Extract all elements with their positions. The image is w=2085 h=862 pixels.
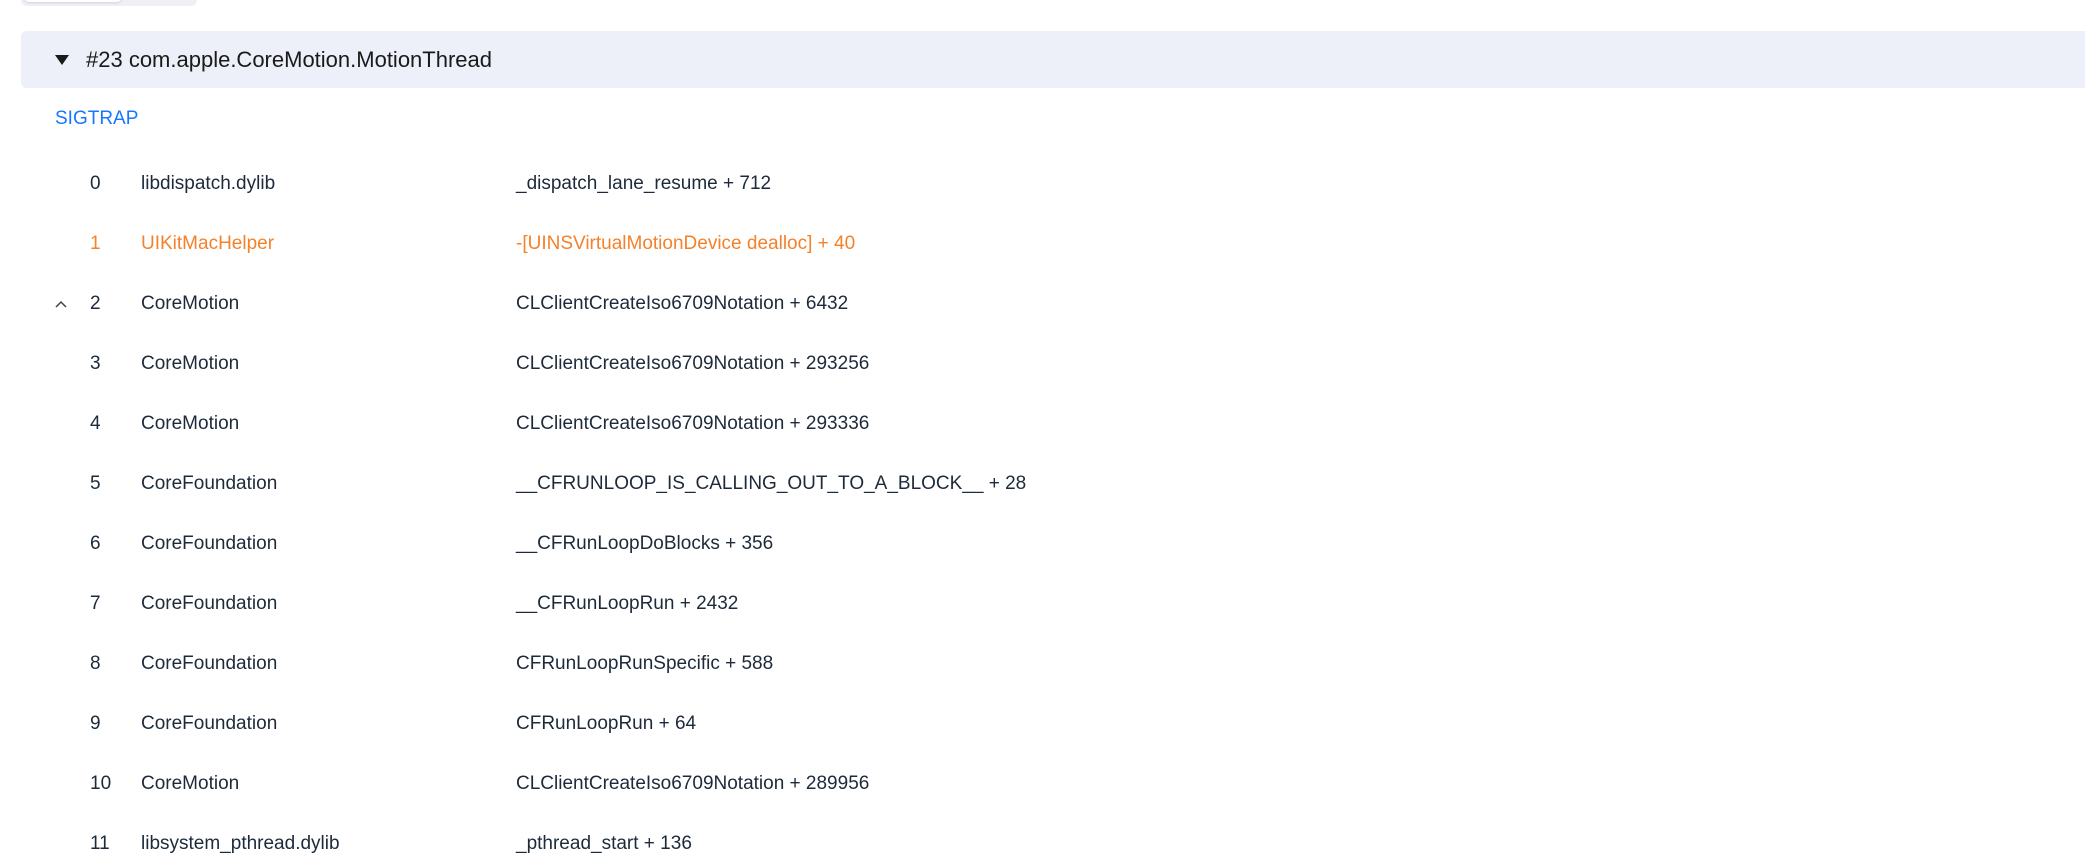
- frame-library: CoreMotion: [141, 773, 240, 794]
- chevron-up-icon[interactable]: [54, 289, 68, 329]
- stack-frame-row[interactable]: 5 CoreFoundation __CFRUNLOOP_IS_CALLING_OU…: [0, 469, 1200, 499]
- thread-title: #23 com.apple.CoreMotion.MotionThread: [86, 46, 493, 72]
- frame-index: 8: [90, 653, 101, 674]
- frame-index: 6: [90, 533, 101, 554]
- active-tab[interactable]: [24, 0, 122, 2]
- frame-symbol: __CFRunLoopDoBlocks + 356: [516, 533, 774, 554]
- frame-library: CoreMotion: [141, 293, 240, 314]
- stack-frame-row[interactable]: 1 UIKitMacHelper -[UINSVirtualMotionDevice…: [0, 229, 1200, 259]
- frame-index: 9: [90, 713, 101, 734]
- stack-frame-row[interactable]: 2 CoreMotion CLClientCreateIso6709Notation…: [0, 289, 1200, 319]
- frame-symbol: CFRunLoopRun + 64: [516, 713, 697, 734]
- frame-symbol: CLClientCreateIso6709Notation + 293256: [516, 353, 870, 374]
- thread-header[interactable]: #23 com.apple.CoreMotion.MotionThread: [21, 31, 2085, 88]
- frame-library: CoreFoundation: [141, 653, 278, 674]
- frame-symbol: _pthread_start + 136: [516, 833, 692, 854]
- frame-symbol: __CFRunLoopRun + 2432: [516, 593, 739, 614]
- frame-index: 3: [90, 353, 101, 374]
- frame-library: UIKitMacHelper: [141, 233, 275, 254]
- frame-symbol: -[UINSVirtualMotionDevice dealloc] + 40: [516, 233, 856, 254]
- frame-index: 5: [90, 473, 101, 494]
- stack-frame-row[interactable]: 11 libsystem_pthread.dylib _pthread_start …: [0, 829, 1200, 859]
- frame-index: 11: [90, 833, 110, 854]
- frame-index: 4: [90, 413, 101, 434]
- frame-library: libdispatch.dylib: [141, 173, 276, 194]
- frame-symbol: CLClientCreateIso6709Notation + 6432: [516, 293, 849, 314]
- frame-symbol: _dispatch_lane_resume + 712: [516, 173, 772, 194]
- segmented-tab-control[interactable]: [21, 0, 197, 6]
- frame-index: 2: [90, 293, 101, 314]
- frame-library: CoreMotion: [141, 353, 240, 374]
- frame-library: CoreFoundation: [141, 593, 278, 614]
- frame-symbol: CLClientCreateIso6709Notation + 289956: [516, 773, 870, 794]
- stack-frame-row[interactable]: 7 CoreFoundation __CFRunLoopRun + 2432: [0, 589, 1200, 619]
- stack-frame-row[interactable]: 8 CoreFoundation CFRunLoopRunSpecific + 58…: [0, 649, 1200, 679]
- frame-library: CoreFoundation: [141, 473, 278, 494]
- stack-frame-row[interactable]: 10 CoreMotion CLClientCreateIso6709Notatio…: [0, 769, 1200, 799]
- frame-symbol: CLClientCreateIso6709Notation + 293336: [516, 413, 870, 434]
- signal-link[interactable]: SIGTRAP: [55, 108, 138, 130]
- frame-library: CoreFoundation: [141, 713, 278, 734]
- frame-library: libsystem_pthread.dylib: [141, 833, 340, 854]
- frame-library: CoreFoundation: [141, 533, 278, 554]
- stack-frame-row[interactable]: 9 CoreFoundation CFRunLoopRun + 64: [0, 709, 1200, 739]
- stack-frame-row[interactable]: 6 CoreFoundation __CFRunLoopDoBlocks + 356: [0, 529, 1200, 559]
- frame-symbol: CFRunLoopRunSpecific + 588: [516, 653, 774, 674]
- stack-frame-row[interactable]: 0 libdispatch.dylib _dispatch_lane_resume …: [0, 169, 1200, 199]
- stack-frame-row[interactable]: 3 CoreMotion CLClientCreateIso6709Notation…: [0, 349, 1200, 379]
- stack-frame-row[interactable]: 4 CoreMotion CLClientCreateIso6709Notation…: [0, 409, 1200, 439]
- triangle-down-icon[interactable]: [55, 54, 69, 65]
- frame-symbol: __CFRUNLOOP_IS_CALLING_OUT_TO_A_BLOCK__ …: [516, 473, 1027, 494]
- frame-index: 10: [90, 773, 112, 794]
- frame-library: CoreMotion: [141, 413, 240, 434]
- frame-index: 1: [90, 233, 101, 254]
- frame-index: 0: [90, 173, 101, 194]
- frame-index: 7: [90, 593, 101, 614]
